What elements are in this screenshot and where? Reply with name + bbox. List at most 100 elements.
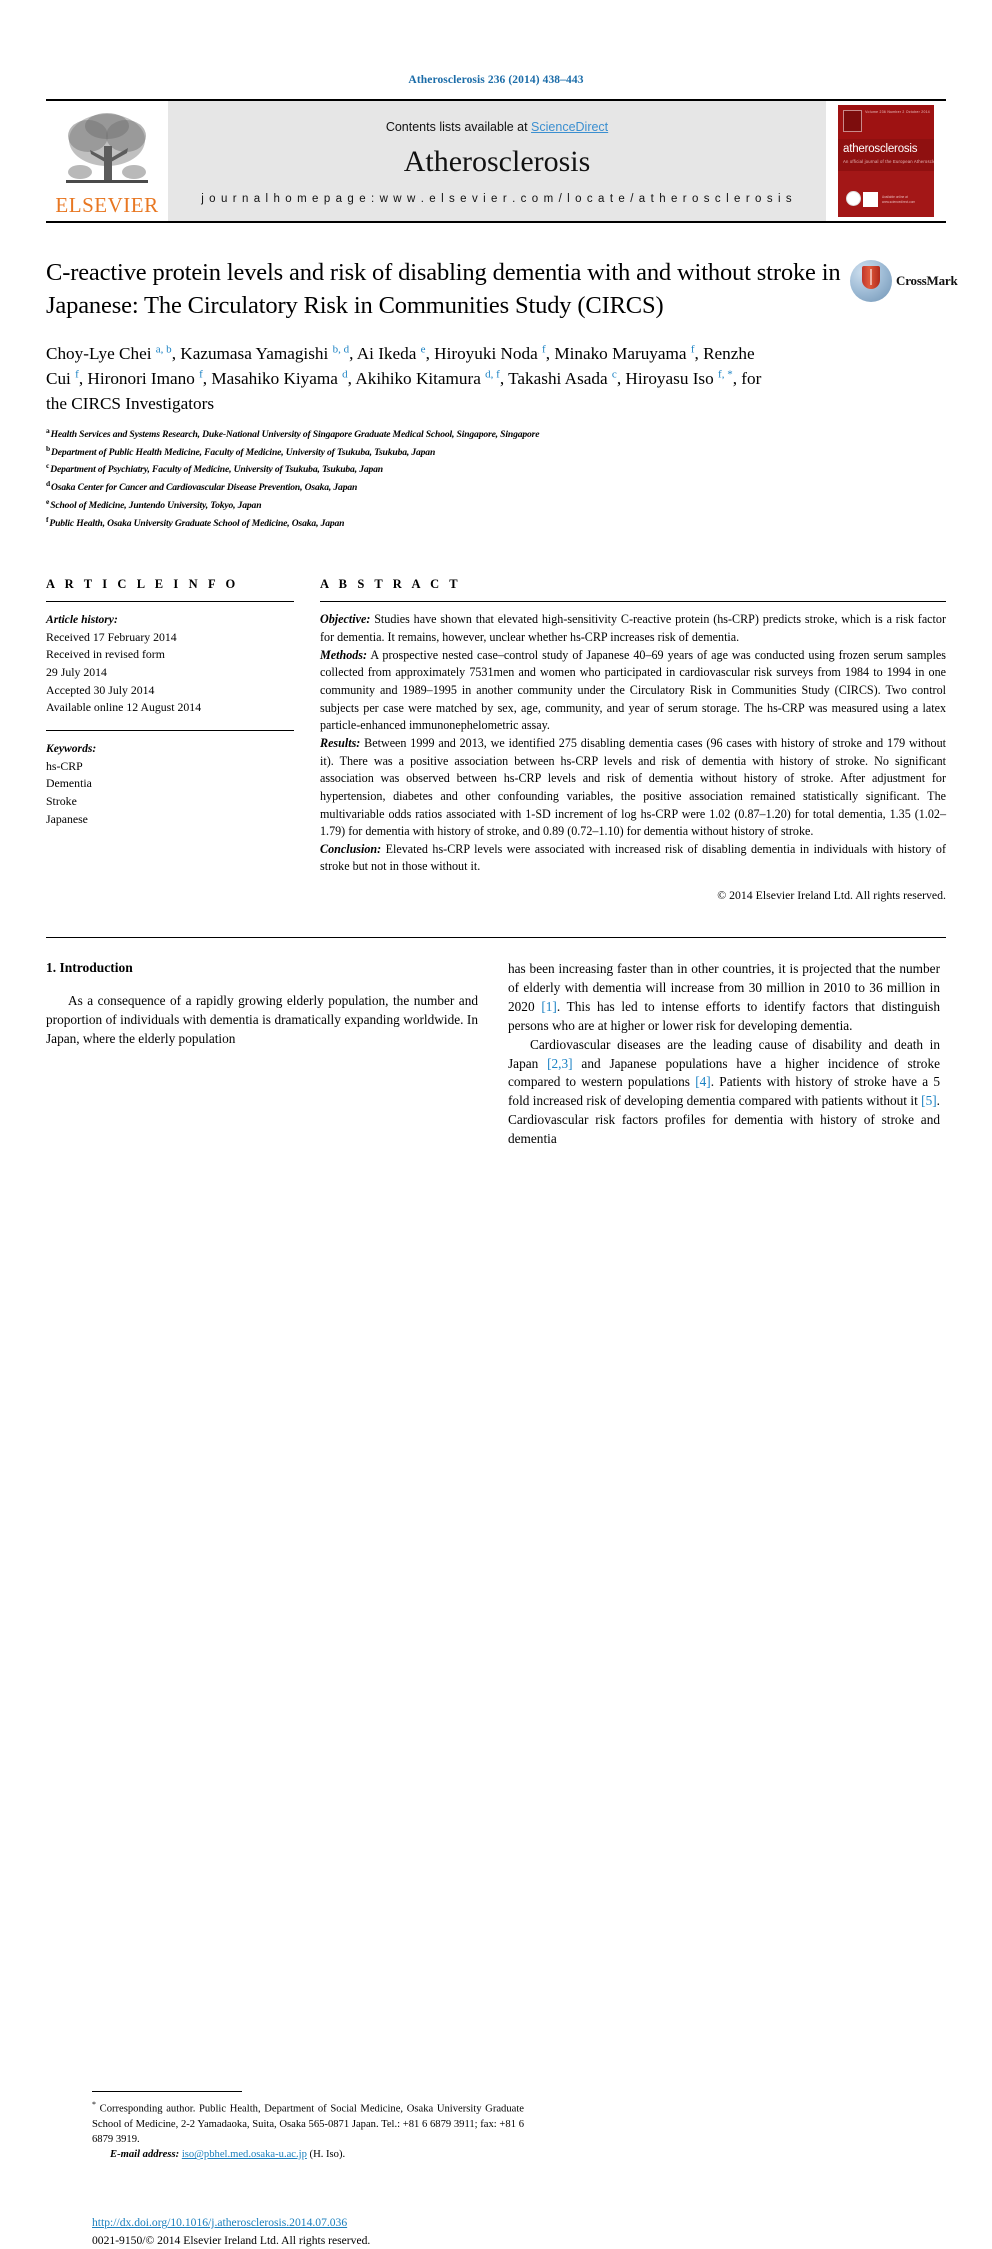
elsevier-logo: ELSEVIER bbox=[46, 101, 168, 221]
crossmark-icon bbox=[850, 260, 892, 302]
banner-center: Contents lists available at ScienceDirec… bbox=[168, 101, 826, 221]
journal-homepage[interactable]: j o u r n a l h o m e p a g e : w w w . … bbox=[201, 193, 793, 205]
article-history-line: Available online 12 August 2014 bbox=[46, 700, 202, 715]
affiliation-list: aHealth Services and Systems Research, D… bbox=[46, 425, 946, 531]
elsevier-wordmark: ELSEVIER bbox=[55, 193, 159, 217]
abstract-section-label: Methods: bbox=[320, 647, 368, 662]
intro-paragraph-right-1: has been increasing faster than in other… bbox=[508, 960, 940, 1036]
keyword-list: hs-CRP Dementia Stroke Japanese bbox=[46, 758, 294, 829]
affiliation-text: Department of Psychiatry, Faculty of Med… bbox=[50, 464, 383, 476]
contents-line: Contents lists available at ScienceDirec… bbox=[386, 120, 608, 134]
citation-ref-5[interactable]: [5] bbox=[921, 1093, 937, 1108]
crossmark-label: CrossMark bbox=[896, 273, 958, 288]
running-head: Atherosclerosis 236 (2014) 438–443 bbox=[408, 74, 584, 86]
citation-ref-1[interactable]: [1] bbox=[541, 999, 557, 1014]
section-heading-introduction: 1. Introduction bbox=[46, 960, 133, 976]
abstract-copyright: © 2014 Elsevier Ireland Ltd. All rights … bbox=[717, 888, 946, 903]
affiliation-marker: e bbox=[46, 496, 50, 506]
email-link[interactable]: iso@pbhel.med.osaka-u.ac.jp bbox=[182, 2149, 307, 2160]
intro-paragraph-left: As a consequence of a rapidly growing el… bbox=[46, 993, 478, 1046]
corresponding-author-text: Corresponding author. Public Health, Dep… bbox=[92, 2103, 524, 2146]
article-history-label: Article history: bbox=[46, 613, 118, 627]
cover-sciencedirect-icon bbox=[863, 192, 878, 207]
corresponding-author-note: * Corresponding author. Public Health, D… bbox=[92, 2099, 524, 2147]
divider bbox=[46, 601, 294, 603]
affiliation-marker: f bbox=[46, 514, 49, 524]
keyword-item: hs-CRP bbox=[46, 758, 83, 773]
keyword-item: Stroke bbox=[46, 793, 77, 808]
affiliation-item: eSchool of Medicine, Juntendo University… bbox=[46, 496, 946, 514]
intro-r1-part2: . This has led to intense efforts to ide… bbox=[508, 998, 940, 1033]
affiliation-marker: a bbox=[46, 425, 50, 435]
abstract-section-label: Objective: bbox=[320, 612, 371, 627]
affiliation-marker: c bbox=[46, 461, 50, 471]
abstract-section: Results: Between 1999 and 2013, we ident… bbox=[320, 735, 946, 841]
footnotes: * Corresponding author. Public Health, D… bbox=[92, 2091, 524, 2163]
doi-block: http://dx.doi.org/10.1016/j.atherosclero… bbox=[92, 2214, 532, 2249]
cover-footer-text: Available online at www.sciencedirect.co… bbox=[882, 195, 916, 205]
cover-badge-icon bbox=[846, 191, 861, 206]
abstract-section-label: Conclusion: bbox=[320, 841, 382, 856]
abstract-section-text: Studies have shown that elevated high-se… bbox=[320, 612, 946, 644]
abstract-section: Methods: A prospective nested case–contr… bbox=[320, 647, 946, 735]
sciencedirect-link[interactable]: ScienceDirect bbox=[531, 120, 608, 134]
affiliation-text: Health Services and Systems Research, Du… bbox=[50, 429, 540, 441]
keyword-item: Dementia bbox=[46, 776, 92, 791]
abstract-section-text: Between 1999 and 2013, we identified 275… bbox=[320, 735, 946, 839]
email-suffix: (H. Iso). bbox=[306, 2149, 346, 2161]
citation-ref-2-3[interactable]: [2,3] bbox=[547, 1056, 572, 1071]
crossmark-shield-icon bbox=[862, 266, 880, 289]
divider bbox=[46, 937, 946, 939]
abstract-body: Objective: Studies have shown that eleva… bbox=[320, 611, 946, 876]
divider bbox=[92, 2091, 242, 2093]
journal-cover-thumbnail: Volume 236 Number 2 October 2014 atheros… bbox=[826, 101, 946, 221]
affiliation-item: dOsaka Center for Cancer and Cardiovascu… bbox=[46, 478, 946, 496]
abstract-heading: A B S T R A C T bbox=[320, 577, 462, 592]
article-history-line: Received 17 February 2014 bbox=[46, 629, 177, 644]
body-column-left: 1. Introduction As a consequence of a ra… bbox=[46, 960, 524, 2246]
divider bbox=[46, 730, 294, 732]
affiliation-item: bDepartment of Public Health Medicine, F… bbox=[46, 443, 946, 461]
journal-title: Atherosclerosis bbox=[403, 144, 591, 178]
info-abstract-row: A R T I C L E I N F O Article history: R… bbox=[46, 577, 946, 903]
article-info-heading: A R T I C L E I N F O bbox=[46, 577, 239, 592]
body-columns: 1. Introduction As a consequence of a ra… bbox=[46, 960, 946, 2246]
article-history-lines: Received 17 February 2014 Received in rev… bbox=[46, 629, 294, 717]
affiliation-text: Department of Public Health Medicine, Fa… bbox=[51, 446, 436, 458]
cover-volume-line: Volume 236 Number 2 October 2014 bbox=[865, 110, 930, 114]
abstract-column: A B S T R A C T Objective: Studies have … bbox=[320, 577, 946, 903]
doi-link[interactable]: http://dx.doi.org/10.1016/j.atherosclero… bbox=[92, 2214, 532, 2231]
affiliation-item: cDepartment of Psychiatry, Faculty of Me… bbox=[46, 460, 946, 478]
intro-paragraph-right-2: Cardiovascular diseases are the leading … bbox=[508, 1036, 940, 1149]
elsevier-tree-icon bbox=[60, 110, 154, 194]
article-info-column: A R T I C L E I N F O Article history: R… bbox=[46, 577, 320, 903]
cover-title: atherosclerosis bbox=[843, 143, 918, 155]
affiliation-marker: d bbox=[46, 479, 51, 489]
article-history-line: Accepted 30 July 2014 bbox=[46, 682, 155, 697]
body-column-right: has been increasing faster than in other… bbox=[508, 960, 940, 1149]
article-page: Atherosclerosis 236 (2014) 438–443 ELSEV… bbox=[0, 0, 992, 2247]
affiliation-item: fPublic Health, Osaka University Graduat… bbox=[46, 514, 946, 532]
article-history-line: Received in revised form bbox=[46, 647, 165, 662]
email-note: E-mail address: iso@pbhel.med.osaka-u.ac… bbox=[92, 2147, 524, 2162]
affiliation-text: Osaka Center for Cancer and Cardiovascul… bbox=[51, 482, 358, 494]
contents-prefix: Contents lists available at bbox=[385, 119, 532, 134]
abstract-section: Conclusion: Elevated hs-CRP levels were … bbox=[320, 841, 946, 876]
email-label: E-mail address: bbox=[110, 2149, 180, 2161]
cover-elsevier-logo-icon bbox=[843, 110, 862, 132]
abstract-section-text: Elevated hs-CRP levels were associated w… bbox=[320, 841, 946, 874]
title-block: C-reactive protein levels and risk of di… bbox=[46, 257, 958, 323]
journal-banner: ELSEVIER Contents lists available at Sci… bbox=[46, 99, 946, 223]
author-list: Choy-Lye Chei a, b, Kazumasa Yamagishi b… bbox=[46, 342, 762, 413]
keywords-label: Keywords: bbox=[46, 742, 97, 756]
citation-ref-4[interactable]: [4] bbox=[695, 1074, 711, 1089]
abstract-section-label: Results: bbox=[320, 735, 361, 750]
issn-copyright-line: 0021-9150/© 2014 Elsevier Ireland Ltd. A… bbox=[92, 2233, 371, 2247]
cover-subtitle: An official journal of the European Athe… bbox=[843, 159, 934, 164]
affiliation-marker: b bbox=[46, 443, 51, 453]
cover-image: Volume 236 Number 2 October 2014 atheros… bbox=[838, 105, 934, 217]
crossmark-badge[interactable]: CrossMark bbox=[850, 257, 958, 305]
keyword-item: Japanese bbox=[46, 811, 88, 826]
page-title: C-reactive protein levels and risk of di… bbox=[46, 259, 841, 319]
abstract-section-text: A prospective nested case–control study … bbox=[320, 647, 946, 733]
